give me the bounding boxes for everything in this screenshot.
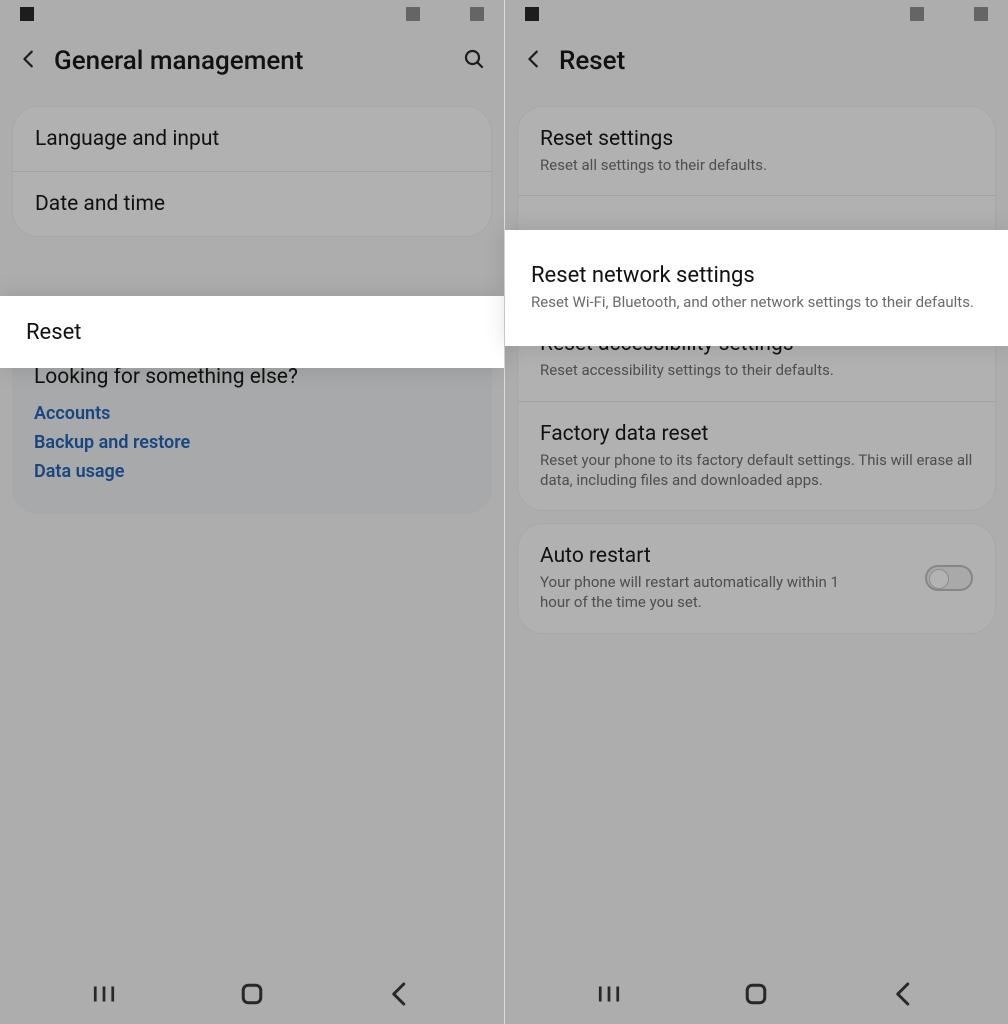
- item-label: Factory data reset: [540, 422, 973, 446]
- item-sub: Reset your phone to its factory default …: [540, 450, 973, 491]
- link-data-usage[interactable]: Data usage: [34, 461, 470, 482]
- screenshot-general-management: General management Language and input Da…: [0, 0, 504, 1024]
- item-label: Reset accessibility settings: [540, 332, 973, 356]
- link-backup-and-restore[interactable]: Backup and restore: [34, 432, 470, 453]
- item-label: Auto restart: [540, 544, 921, 568]
- page-title: General management: [54, 46, 448, 76]
- item-reset-accessibility[interactable]: Reset accessibility settings Reset acces…: [518, 311, 995, 400]
- status-indicator-icon: [525, 7, 539, 21]
- looking-for-card: Looking for something else? Accounts Bac…: [12, 341, 492, 514]
- back-icon[interactable]: [523, 48, 545, 74]
- status-indicator-icon: [20, 7, 34, 21]
- item-label: Date and time: [35, 192, 469, 216]
- back-icon[interactable]: [18, 48, 40, 74]
- system-nav-bar: [0, 968, 504, 1024]
- reset-network-placeholder: [518, 195, 995, 311]
- item-reset-settings[interactable]: Reset settings Reset all settings to the…: [518, 107, 995, 195]
- auto-restart-toggle[interactable]: [925, 565, 973, 591]
- back-nav-icon[interactable]: [385, 979, 415, 1009]
- app-header: General management: [0, 28, 504, 100]
- app-header: Reset: [505, 28, 1008, 100]
- status-bar: [505, 0, 1008, 28]
- link-accounts[interactable]: Accounts: [34, 403, 470, 424]
- screenshot-reset: Reset Reset settings Reset all settings …: [504, 0, 1008, 1024]
- item-language-and-input[interactable]: Language and input: [13, 107, 491, 171]
- recent-apps-icon[interactable]: [89, 979, 119, 1009]
- item-sub: Reset accessibility settings to their de…: [540, 360, 973, 380]
- item-sub: Reset all settings to their defaults.: [540, 155, 973, 175]
- reset-row-placeholder: [0, 243, 504, 321]
- home-icon[interactable]: [237, 979, 267, 1009]
- status-indicator-icon: [974, 7, 988, 21]
- auto-restart-card: Auto restart Your phone will restart aut…: [517, 523, 996, 634]
- home-icon[interactable]: [741, 979, 771, 1009]
- system-nav-bar: [505, 968, 1008, 1024]
- reset-options-card: Reset settings Reset all settings to the…: [517, 106, 996, 511]
- item-label: Reset settings: [540, 127, 973, 151]
- item-label: Language and input: [35, 127, 469, 151]
- back-nav-icon[interactable]: [889, 979, 919, 1009]
- item-date-and-time[interactable]: Date and time: [13, 171, 491, 236]
- item-sub: Your phone will restart automatically wi…: [540, 572, 860, 613]
- recent-apps-icon[interactable]: [594, 979, 624, 1009]
- item-auto-restart[interactable]: Auto restart Your phone will restart aut…: [518, 524, 995, 633]
- status-bar: [0, 0, 504, 28]
- item-factory-data-reset[interactable]: Factory data reset Reset your phone to i…: [518, 401, 995, 511]
- settings-card: Language and input Date and time: [12, 106, 492, 237]
- status-indicator-icon: [470, 7, 484, 21]
- looking-for-title: Looking for something else?: [34, 365, 470, 389]
- status-indicator-icon: [910, 7, 924, 21]
- status-indicator-icon: [406, 7, 420, 21]
- page-title: Reset: [559, 46, 990, 76]
- search-icon[interactable]: [462, 47, 486, 75]
